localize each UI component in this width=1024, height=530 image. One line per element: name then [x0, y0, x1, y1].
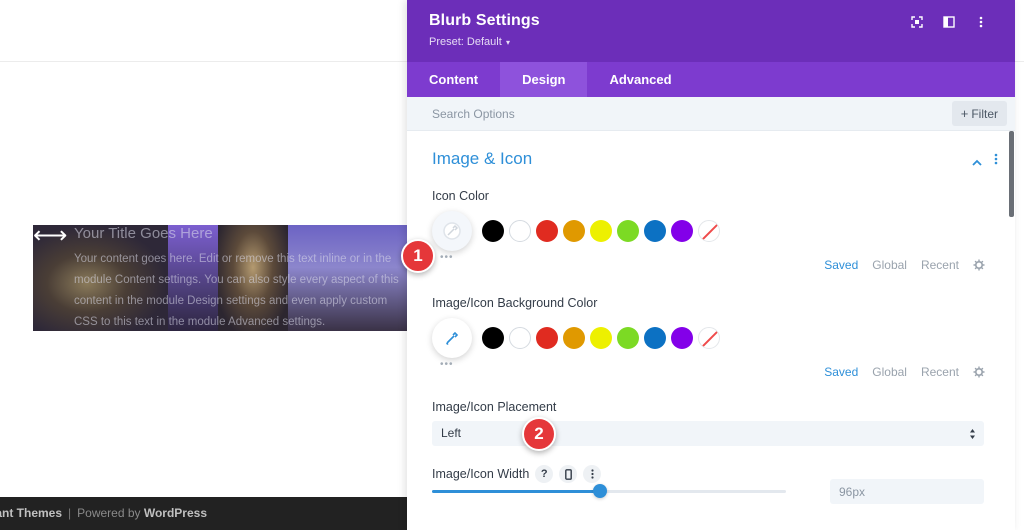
blurb-body: Your content goes here. Edit or remove t…	[74, 253, 399, 328]
annotation-badge-1: 1	[401, 239, 435, 273]
swatch-red[interactable]	[536, 220, 558, 242]
swatch-yellow[interactable]	[590, 327, 612, 349]
help-icon[interactable]: ?	[535, 465, 554, 483]
select-arrows-icon	[969, 427, 976, 445]
plus-icon: +	[960, 106, 969, 121]
width-label-row: Image/Icon Width ?	[432, 465, 602, 483]
placement-field: Image/Icon Placement Left	[432, 399, 990, 451]
icon-color-label: Icon Color	[432, 189, 489, 203]
placement-label: Image/Icon Placement	[432, 400, 557, 414]
footer-separator: |	[68, 506, 72, 520]
footer-wordpress-link[interactable]: WordPress	[144, 506, 207, 520]
preset-label: Preset: Default	[429, 36, 502, 48]
swatch-orange[interactable]	[563, 220, 585, 242]
scrollbar[interactable]	[1009, 131, 1014, 217]
tab-advanced[interactable]: Advanced	[587, 62, 693, 97]
blurb-settings-modal: Blurb Settings Preset: Default ▾ Content…	[407, 0, 1015, 530]
section-title: Image & Icon	[432, 149, 533, 168]
bg-color-picker[interactable]	[432, 318, 472, 358]
swatch-black[interactable]	[482, 327, 504, 349]
screen: ⟷ Your Title Goes Here Your content goes…	[0, 0, 1024, 530]
width-value-input[interactable]	[830, 479, 984, 504]
search-options-input[interactable]	[407, 97, 927, 131]
blurb-text: Your Title Goes Here Your content goes h…	[74, 225, 414, 333]
bg-color-swatches	[482, 327, 720, 349]
filter-label: Filter	[971, 107, 998, 121]
gear-icon[interactable]	[973, 366, 985, 378]
swatch-purple[interactable]	[671, 220, 693, 242]
placement-select[interactable]: Left	[432, 421, 984, 446]
global-colors-tab[interactable]: Global	[872, 365, 907, 379]
width-slider-handle[interactable]	[593, 484, 607, 498]
more-colors-icon[interactable]: •••	[440, 253, 454, 263]
saved-colors-tab[interactable]: Saved	[824, 365, 858, 379]
swatch-yellow[interactable]	[590, 220, 612, 242]
icon-color-field: Icon Color ••• Saved Global Recent	[432, 185, 990, 292]
placement-value: Left	[441, 426, 462, 440]
bg-color-field: Image/Icon Background Color ••• Saved Gl…	[432, 292, 990, 399]
header-actions	[901, 13, 997, 31]
filter-button[interactable]: + Filter	[951, 101, 1007, 126]
swatch-purple[interactable]	[671, 327, 693, 349]
settings-content: Image & Icon Icon Color ••• Saved Global…	[407, 131, 1015, 521]
more-colors-icon[interactable]: •••	[440, 360, 454, 370]
eyedropper-icon	[446, 331, 459, 345]
settings-tabs: Content Design Advanced	[407, 62, 1015, 97]
width-field: Image/Icon Width ?	[432, 451, 990, 521]
tab-design[interactable]: Design	[500, 62, 588, 97]
saved-colors-tab[interactable]: Saved	[824, 258, 858, 272]
tab-content[interactable]: Content	[407, 62, 500, 97]
blurb-title: Your Title Goes Here	[74, 225, 213, 242]
more-vertical-icon[interactable]	[583, 465, 602, 483]
annotation-badge-2: 2	[522, 417, 556, 451]
chevron-up-icon[interactable]	[972, 153, 982, 171]
move-handle-icon[interactable]: ⟷	[33, 224, 67, 248]
swatch-none[interactable]	[698, 327, 720, 349]
caret-down-icon: ▾	[503, 38, 511, 47]
width-slider-fill	[432, 490, 600, 493]
recent-colors-tab[interactable]: Recent	[921, 365, 959, 379]
search-bar: +Filter	[407, 97, 1015, 131]
section-more-icon[interactable]	[994, 152, 998, 170]
swatch-white[interactable]	[509, 327, 531, 349]
page-footer: gant Themes | Powered by WordPress	[0, 497, 420, 530]
icon-color-swatches	[482, 220, 720, 242]
swatch-orange[interactable]	[563, 327, 585, 349]
expand-icon[interactable]	[901, 13, 933, 31]
swatch-blue[interactable]	[644, 327, 666, 349]
color-source-tabs: Saved Global Recent	[824, 258, 985, 272]
more-vertical-icon[interactable]	[965, 13, 997, 31]
section-header-image-icon[interactable]: Image & Icon	[432, 131, 998, 185]
modal-header: Blurb Settings Preset: Default ▾	[407, 0, 1015, 62]
icon-color-picker[interactable]	[432, 211, 472, 251]
swatch-green[interactable]	[617, 220, 639, 242]
swatch-blue[interactable]	[644, 220, 666, 242]
recent-colors-tab[interactable]: Recent	[921, 258, 959, 272]
gear-icon[interactable]	[973, 259, 985, 271]
global-colors-tab[interactable]: Global	[872, 258, 907, 272]
swatch-black[interactable]	[482, 220, 504, 242]
footer-powered-by: Powered by	[77, 506, 141, 520]
color-source-tabs: Saved Global Recent	[824, 365, 985, 379]
preset-dropdown[interactable]: Preset: Default ▾	[429, 36, 510, 48]
swatch-none[interactable]	[698, 220, 720, 242]
swatch-green[interactable]	[617, 327, 639, 349]
bg-color-label: Image/Icon Background Color	[432, 296, 598, 310]
width-label: Image/Icon Width	[432, 467, 530, 481]
mobile-icon[interactable]	[559, 465, 578, 483]
width-slider-track[interactable]	[432, 490, 786, 493]
swatch-white[interactable]	[509, 220, 531, 242]
footer-brand[interactable]: gant Themes	[0, 506, 62, 520]
swatch-red[interactable]	[536, 327, 558, 349]
sidebar-layout-icon[interactable]	[933, 13, 965, 31]
